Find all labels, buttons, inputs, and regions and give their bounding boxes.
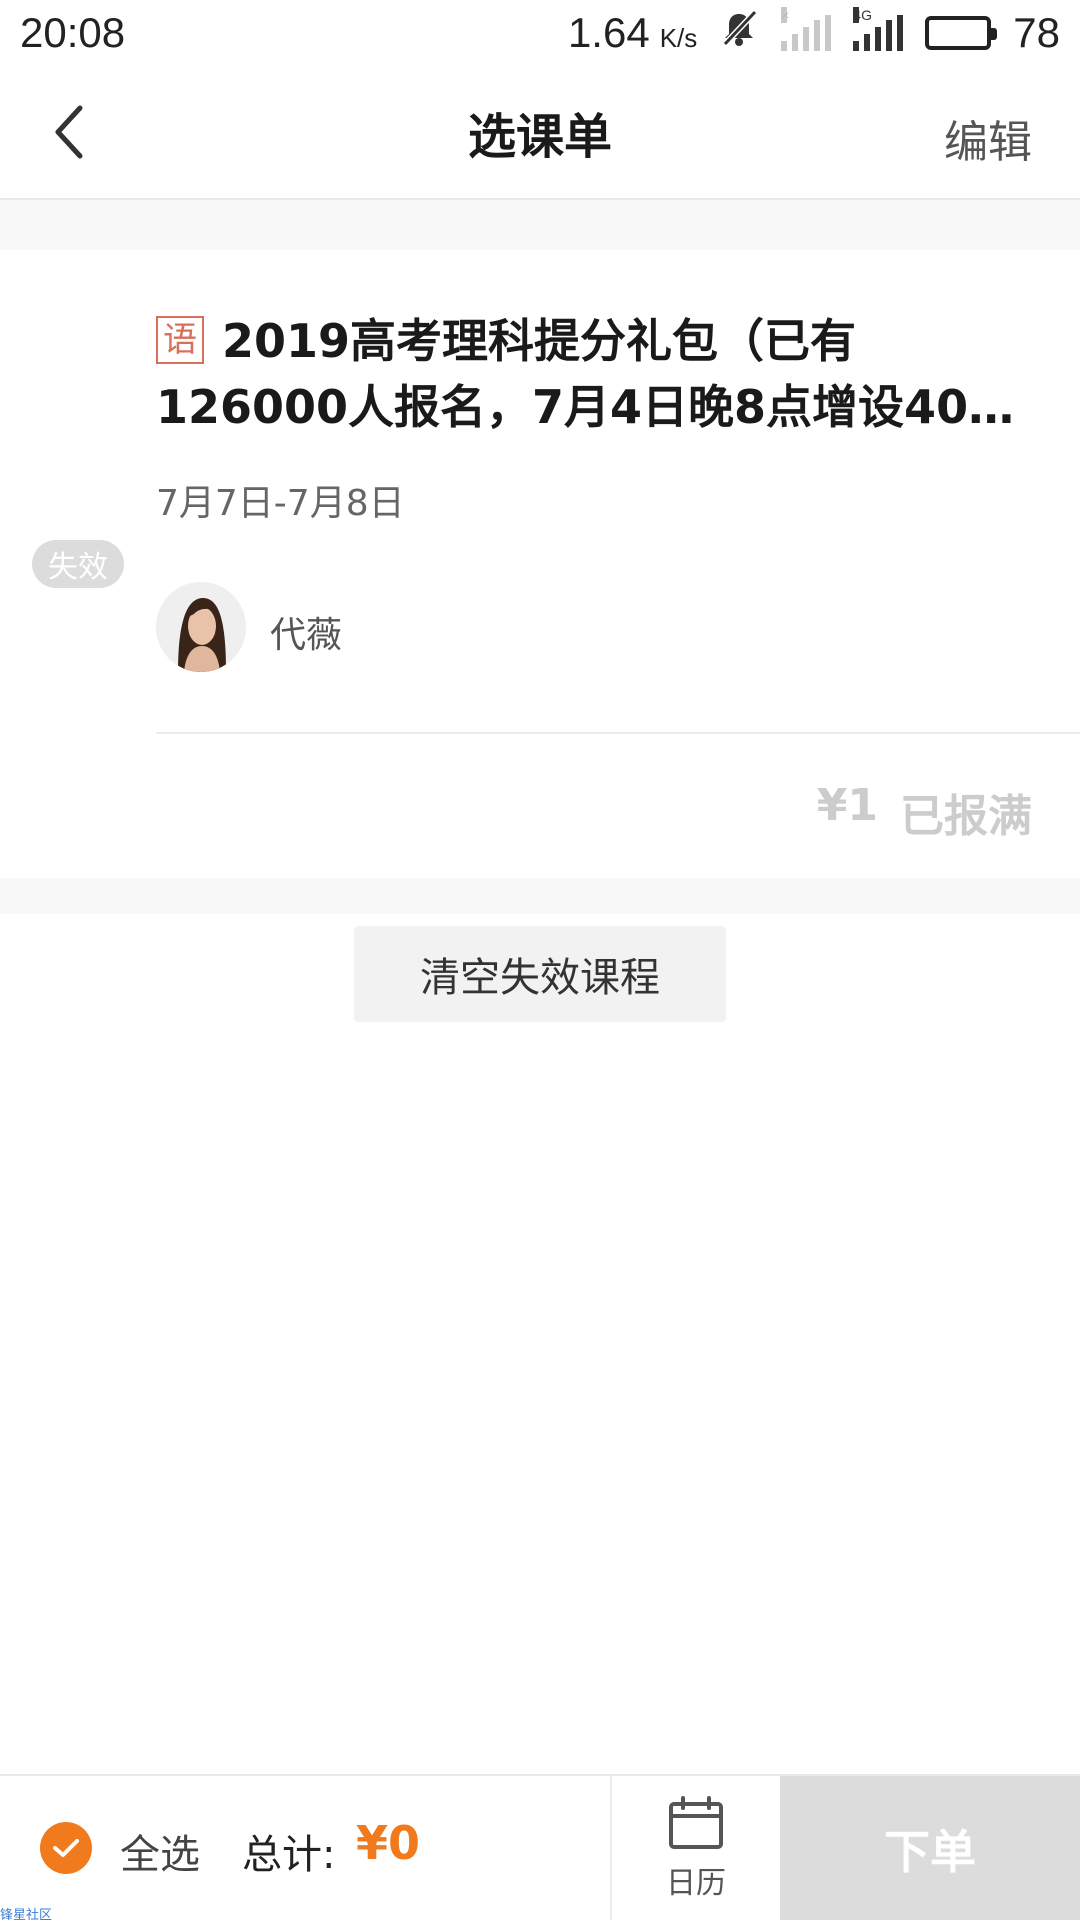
calendar-label: 日历: [666, 1866, 726, 1901]
signal-sim2-icon: 4G: [853, 7, 904, 51]
network-speed-unit: K/s: [659, 23, 698, 53]
course-title: 语 2019高考理科提分礼包（已有126000人报名，7月4日晚8点增设40…: [156, 308, 1036, 440]
place-order-button[interactable]: 下单: [780, 1776, 1080, 1920]
total-amount: ¥0: [356, 1816, 421, 1870]
checkmark-icon: [53, 1839, 79, 1857]
edit-button[interactable]: 编辑: [944, 106, 1032, 170]
network-speed-value: 1.64: [567, 9, 650, 56]
teacher-name: 代薇: [270, 615, 343, 656]
status-time: 20:08: [20, 9, 126, 56]
battery-level: 78: [1013, 9, 1060, 56]
course-date: 7月7日-7月8日: [156, 483, 405, 524]
status-badge: 失效: [32, 540, 124, 588]
nav-bar: 选课单 编辑: [0, 66, 1080, 200]
course-card[interactable]: 失效 语 2019高考理科提分礼包（已有126000人报名，7月4日晚8点增设40…: [0, 250, 1080, 878]
price-status: ¥1 已报满: [817, 780, 1032, 844]
chevron-left-icon: [55, 105, 83, 159]
back-button[interactable]: [40, 102, 100, 162]
section-spacer: [0, 200, 1080, 250]
sim1-label: ×: [781, 7, 790, 23]
divider: [156, 732, 1080, 734]
total-label: 总计:: [242, 1832, 336, 1878]
course-title-text: 2019高考理科提分礼包（已有126000人报名，7月4日晚8点增设40…: [156, 314, 1015, 434]
course-price: ¥1: [816, 780, 878, 831]
clear-invalid-button[interactable]: 清空失效课程: [354, 926, 726, 1022]
sim2-network-label: 4G: [853, 7, 872, 23]
status-icons: 1.64 K/s × 4G 78: [568, 7, 1060, 58]
select-all-label[interactable]: 全选: [120, 1822, 200, 1880]
status-bar: 20:08 1.64 K/s × 4G 78: [0, 0, 1080, 66]
mute-bell-icon: [719, 8, 759, 58]
watermark: 锋星社区: [0, 1908, 53, 1920]
bottom-bar: 全选 总计: ¥0 日历 下单: [0, 1774, 1080, 1920]
page-title: 选课单: [467, 109, 612, 165]
network-speed: 1.64 K/s: [568, 9, 697, 57]
select-all-checkbox[interactable]: [40, 1822, 92, 1874]
signal-sim1-icon: ×: [781, 7, 832, 51]
section-spacer-bottom: [0, 878, 1080, 914]
calendar-button[interactable]: 日历: [610, 1776, 780, 1920]
enroll-status: 已报满: [900, 791, 1032, 842]
calendar-icon: [669, 1796, 723, 1849]
subject-tag: 语: [156, 316, 204, 364]
avatar: [156, 582, 246, 672]
battery-icon: [925, 16, 998, 50]
